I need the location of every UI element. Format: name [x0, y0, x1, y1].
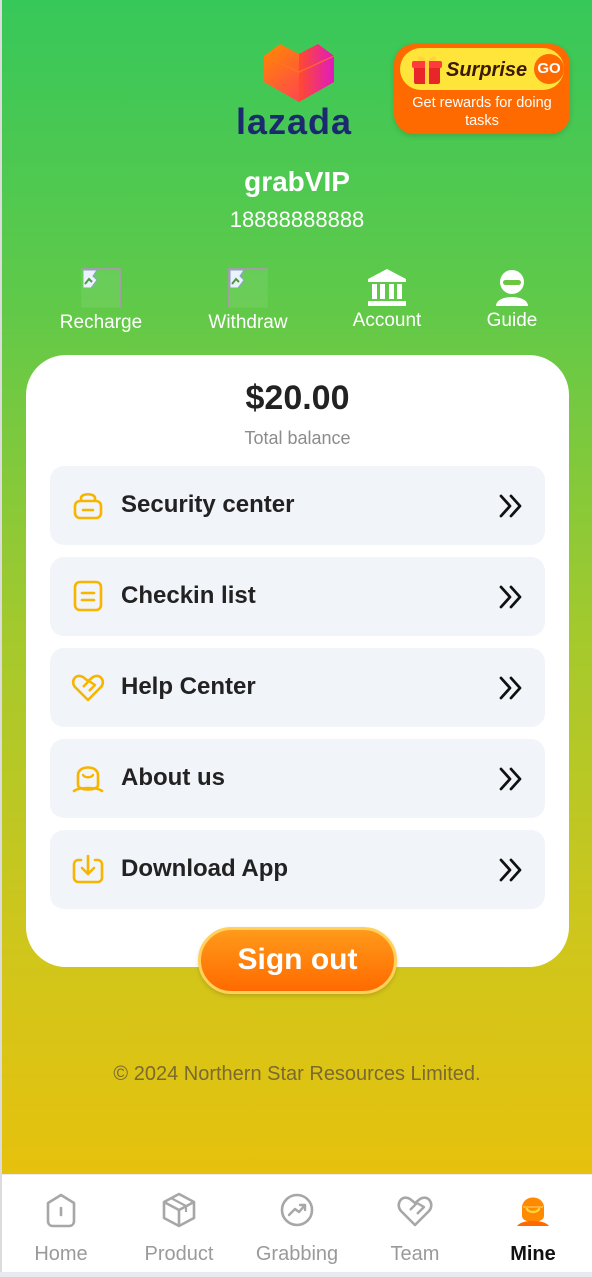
balance-amount: $20.00	[245, 379, 350, 417]
mine-user-icon	[517, 1197, 549, 1226]
withdraw-image-icon	[227, 268, 269, 310]
sign-out-button[interactable]: Sign out	[198, 927, 397, 994]
account-label: Account	[352, 310, 422, 331]
menu-label: Security center	[121, 491, 295, 518]
tab-label: Product	[144, 1243, 214, 1265]
double-chevron-right-icon	[499, 585, 522, 609]
phone-number: 18888888888	[229, 207, 365, 232]
gift-icon	[412, 56, 442, 84]
double-chevron-right-icon	[499, 858, 522, 882]
menu-item-help-center[interactable]: Help Center	[50, 648, 545, 727]
menu-label: Checkin list	[121, 582, 256, 609]
tab-label: Mine	[510, 1243, 556, 1265]
balance-label: Total balance	[244, 428, 351, 448]
withdraw-label: Withdraw	[208, 312, 288, 333]
menu-item-security-center[interactable]: Security center	[50, 466, 545, 545]
user-support-icon	[491, 266, 533, 308]
brand-logo: lazada	[236, 40, 361, 140]
tab-label: Grabbing	[255, 1243, 339, 1265]
list-icon	[73, 580, 103, 612]
tab-home[interactable]: Home	[2, 1191, 120, 1266]
menu-label: About us	[121, 764, 225, 791]
box-icon	[162, 1192, 196, 1228]
menu-label: Help Center	[121, 673, 256, 700]
tab-team[interactable]: Team	[356, 1191, 474, 1266]
logo-heart-icon	[263, 44, 335, 102]
bottom-edge	[0, 1272, 592, 1277]
guide-label: Guide	[486, 310, 538, 331]
menu-item-download-app[interactable]: Download App	[50, 830, 545, 909]
username: grabVIP	[244, 166, 350, 197]
withdraw-button[interactable]: Withdraw	[188, 266, 308, 334]
balance-card: $20.00 Total balance Security center Che…	[26, 355, 569, 967]
copyright-text: © 2024 Northern Star Resources Limited.	[113, 1063, 481, 1085]
menu-item-about-us[interactable]: About us	[50, 739, 545, 818]
bottom-tab-bar: Home Product Grabbing Team Mine	[2, 1174, 592, 1273]
double-chevron-right-icon	[499, 494, 522, 518]
double-chevron-right-icon	[499, 767, 522, 791]
quick-actions: Recharge Withdraw Account Guide	[2, 266, 592, 336]
menu-item-checkin-list[interactable]: Checkin list	[50, 557, 545, 636]
tab-label: Home	[34, 1243, 88, 1265]
team-heart-icon	[397, 1196, 433, 1227]
heart-handshake-icon	[71, 674, 105, 702]
double-chevron-right-icon	[499, 676, 522, 700]
recharge-label: Recharge	[59, 312, 143, 333]
logo-wordmark: lazada	[236, 104, 353, 140]
tab-product[interactable]: Product	[120, 1191, 238, 1266]
bank-icon	[366, 266, 408, 308]
go-badge: GO	[534, 54, 564, 84]
recharge-image-icon	[80, 268, 122, 310]
mine-page: lazada Surprise GO Get rewards for doing…	[2, 0, 592, 1174]
trend-icon	[280, 1193, 314, 1227]
guide-button[interactable]: Guide	[452, 266, 572, 332]
download-icon	[72, 854, 104, 884]
surprise-promo-button[interactable]: Surprise GO Get rewards for doing tasks	[394, 44, 570, 134]
tab-mine[interactable]: Mine	[474, 1191, 592, 1266]
surprise-subtitle: Get rewards for doing tasks	[412, 95, 552, 129]
tab-grabbing[interactable]: Grabbing	[238, 1191, 356, 1266]
home-icon	[46, 1193, 76, 1228]
info-person-icon	[72, 766, 104, 793]
surprise-title: Surprise	[446, 59, 528, 81]
menu-label: Download App	[121, 855, 289, 882]
recharge-button[interactable]: Recharge	[41, 266, 161, 334]
surprise-banner: Surprise GO	[400, 48, 564, 90]
lock-icon	[73, 492, 103, 520]
account-button[interactable]: Account	[327, 266, 447, 332]
tab-label: Team	[390, 1243, 440, 1265]
